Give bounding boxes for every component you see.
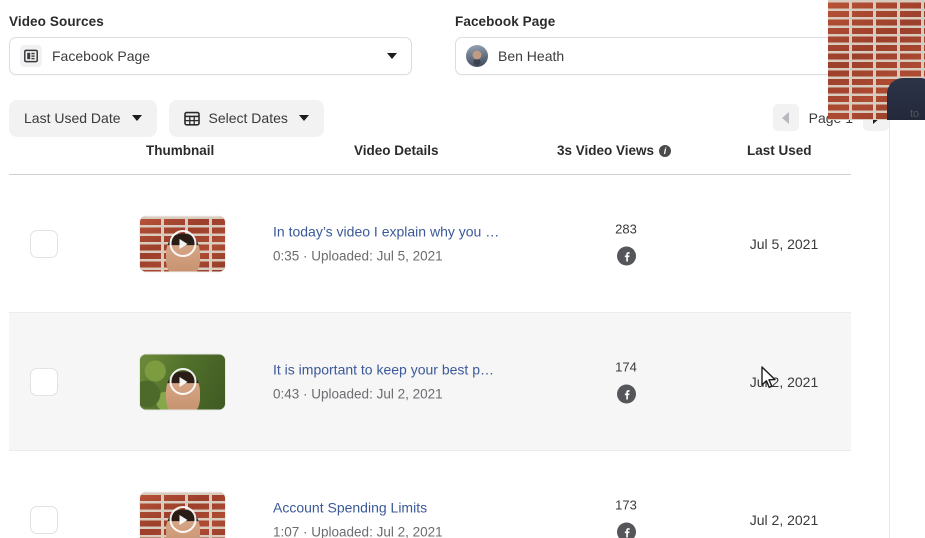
filters-row: Last Used Date Select Dates [9, 99, 324, 137]
row-select-checkbox[interactable] [30, 367, 58, 396]
avatar [466, 45, 488, 67]
video-preview-overlay[interactable] [828, 0, 925, 120]
table-row[interactable]: It is important to keep your best p… 0:43… [9, 313, 851, 451]
previous-page-button[interactable] [772, 104, 799, 131]
play-icon[interactable] [169, 506, 196, 533]
column-header-3s-video-views-label: 3s Video Views [557, 143, 655, 158]
facebook-icon [616, 384, 636, 403]
video-sources-field: Video Sources Facebook Page [9, 14, 412, 75]
views-cell: 283 [571, 221, 681, 266]
views-count: 174 [615, 359, 637, 374]
video-thumbnail[interactable] [139, 215, 226, 272]
column-header-3s-video-views: 3s Video Views i [557, 143, 672, 158]
views-cell: 174 [571, 359, 681, 404]
video-title-link[interactable]: It is important to keep your best p… [273, 361, 523, 378]
video-title-link[interactable]: In today’s video I explain why you … [273, 223, 523, 240]
views-count: 283 [615, 221, 637, 236]
chevron-down-icon [298, 115, 309, 121]
video-library-page: Video Sources Facebook Page Facebook Pag… [0, 0, 925, 538]
source-selectors: Video Sources Facebook Page Facebook Pag… [0, 14, 889, 90]
video-preview-person [887, 78, 925, 120]
page-thumbnail-icon [20, 45, 42, 67]
video-thumbnail[interactable] [139, 491, 226, 538]
column-header-last-used: Last Used [747, 143, 812, 158]
facebook-icon [616, 246, 636, 265]
views-count: 173 [615, 497, 637, 512]
table-header-row: Thumbnail Video Details 3s Video Views i… [9, 143, 851, 175]
facebook-page-field: Facebook Page Ben Heath [455, 14, 889, 75]
info-icon[interactable]: i [659, 144, 672, 157]
video-preview-caption: to [910, 108, 920, 120]
facebook-icon [616, 522, 636, 538]
triangle-left-icon [782, 111, 790, 124]
video-sources-select[interactable]: Facebook Page [9, 37, 412, 75]
sort-filter-label: Last Used Date [24, 110, 121, 126]
video-details-cell: It is important to keep your best p… 0:43… [273, 361, 523, 402]
video-details-cell: Account Spending Limits 1:07 · Uploaded: … [273, 499, 523, 538]
video-sources-label: Video Sources [9, 14, 104, 29]
facebook-page-select[interactable]: Ben Heath [455, 37, 889, 75]
select-dates-button[interactable]: Select Dates [168, 99, 324, 137]
column-header-video-details: Video Details [354, 143, 439, 158]
video-meta: 0:43 · Uploaded: Jul 2, 2021 [273, 386, 443, 401]
video-details-cell: In today’s video I explain why you … 0:35… [273, 223, 523, 264]
videos-table: Thumbnail Video Details 3s Video Views i… [9, 143, 851, 538]
chevron-down-icon [387, 53, 397, 59]
video-meta: 0:35 · Uploaded: Jul 5, 2021 [273, 248, 443, 263]
row-select-checkbox[interactable] [30, 505, 58, 534]
select-dates-label: Select Dates [208, 110, 288, 126]
table-row[interactable]: In today’s video I explain why you … 0:35… [9, 175, 851, 313]
last-used-date: Jul 2, 2021 [749, 511, 819, 528]
table-body: In today’s video I explain why you … 0:35… [9, 175, 851, 538]
row-select-checkbox[interactable] [30, 229, 58, 258]
video-meta: 1:07 · Uploaded: Jul 2, 2021 [273, 524, 443, 538]
column-header-thumbnail: Thumbnail [146, 143, 215, 158]
play-icon[interactable] [169, 230, 196, 257]
last-used-date: Jul 5, 2021 [749, 235, 819, 252]
facebook-page-value: Ben Heath [498, 48, 565, 64]
video-title-link[interactable]: Account Spending Limits [273, 499, 523, 516]
last-used-date: Jul 2, 2021 [749, 373, 819, 390]
table-row[interactable]: Account Spending Limits 1:07 · Uploaded: … [9, 451, 851, 538]
sort-filter-button[interactable]: Last Used Date [9, 99, 157, 137]
facebook-page-label: Facebook Page [455, 14, 556, 29]
play-icon[interactable] [169, 368, 196, 395]
calendar-icon [183, 110, 200, 126]
views-cell: 173 [571, 497, 681, 538]
chevron-down-icon [131, 115, 142, 121]
video-sources-value: Facebook Page [52, 48, 151, 64]
video-thumbnail[interactable] [139, 353, 226, 410]
